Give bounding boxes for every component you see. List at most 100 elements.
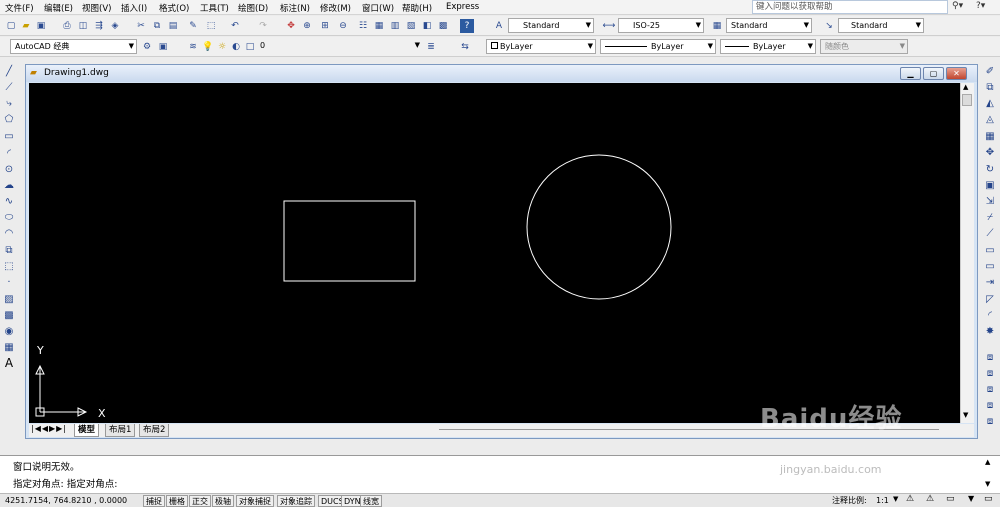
- hatch-icon[interactable]: ▨: [2, 292, 16, 306]
- layer-manager-icon[interactable]: ≋: [186, 40, 200, 54]
- osnap-toggle[interactable]: 对象捕捉: [236, 495, 274, 507]
- tab-model[interactable]: 模型: [74, 424, 100, 437]
- multileader-style-dropdown[interactable]: Standard ▼: [838, 18, 924, 33]
- stretch-icon[interactable]: ⇲: [983, 194, 997, 208]
- help-button-icon[interactable]: ?: [460, 19, 474, 33]
- annotation-visibility-icon[interactable]: ⚠: [906, 494, 914, 504]
- polygon-icon[interactable]: ⬠: [2, 112, 16, 126]
- block-editor-icon[interactable]: ⬚: [204, 19, 218, 33]
- menu-format[interactable]: 格式(O): [159, 2, 189, 14]
- workspace-settings-icon[interactable]: ⚙: [140, 40, 154, 54]
- pan-icon[interactable]: ✥: [284, 19, 298, 33]
- menu-modify[interactable]: 修改(M): [320, 2, 351, 14]
- gradient-icon[interactable]: ▩: [2, 308, 16, 322]
- construction-line-icon[interactable]: ⟋: [2, 80, 16, 94]
- chamfer-icon[interactable]: ◸: [983, 292, 997, 306]
- spline-icon[interactable]: ∿: [2, 194, 16, 208]
- polyline-icon[interactable]: ⤷: [2, 96, 16, 110]
- ellipse-arc-icon[interactable]: ◠: [2, 226, 16, 240]
- layer-color-icon[interactable]: □: [243, 40, 257, 54]
- zoom-previous-icon[interactable]: ⊖: [336, 19, 350, 33]
- print-icon[interactable]: ⎙: [60, 19, 74, 33]
- trim-icon[interactable]: ⌿: [983, 210, 997, 224]
- zoom-realtime-icon[interactable]: ⊕: [300, 19, 314, 33]
- maximize-icon[interactable]: ▢: [923, 67, 944, 80]
- multiline-text-icon[interactable]: A: [2, 356, 16, 370]
- tool-palettes-icon[interactable]: ▥: [388, 19, 402, 33]
- region-icon[interactable]: ◉: [2, 324, 16, 338]
- tab-layout1[interactable]: 布局1: [105, 424, 136, 437]
- menu-dimension[interactable]: 标注(N): [280, 2, 310, 14]
- design-center-icon[interactable]: ▦: [372, 19, 386, 33]
- status-menu-icon[interactable]: ▼: [968, 494, 974, 503]
- table-style-dropdown[interactable]: Standard ▼: [726, 18, 812, 33]
- scroll-down-icon[interactable]: ▼: [985, 480, 990, 488]
- annotation-scale-value[interactable]: 1:1: [876, 495, 889, 506]
- minimize-icon[interactable]: ▁: [900, 67, 921, 80]
- break-at-point-icon[interactable]: ▭: [983, 243, 997, 257]
- layer-dropdown[interactable]: 0 ▼: [256, 39, 422, 54]
- match-properties-icon[interactable]: ✎: [186, 19, 200, 33]
- menu-draw[interactable]: 绘图(D): [238, 2, 268, 14]
- extend-icon[interactable]: ⟋: [983, 226, 997, 240]
- close-icon[interactable]: ✕: [946, 67, 967, 80]
- save-icon[interactable]: ▣: [34, 19, 48, 33]
- coordinate-readout[interactable]: 4251.7154, 764.8210 , 0.0000: [5, 495, 127, 506]
- revision-cloud-icon[interactable]: ☁: [2, 178, 16, 192]
- snap-toggle[interactable]: 捕捉: [143, 495, 165, 507]
- paste-icon[interactable]: ▤: [166, 19, 180, 33]
- scroll-up-icon[interactable]: ▲: [985, 458, 990, 466]
- mirror-icon[interactable]: ◭: [983, 96, 997, 110]
- plotstyle-dropdown[interactable]: 随颜色 ▼: [820, 39, 908, 54]
- clean-screen-icon[interactable]: ▭: [984, 494, 993, 504]
- 3d-dwf-icon[interactable]: ◈: [108, 19, 122, 33]
- bring-above-icon[interactable]: ⧈: [983, 398, 997, 412]
- polar-toggle[interactable]: 极轴: [212, 495, 234, 507]
- sheet-set-icon[interactable]: ▧: [404, 19, 418, 33]
- tab-layout2[interactable]: 布局2: [139, 424, 170, 437]
- menu-express[interactable]: Express: [446, 2, 479, 12]
- menu-edit[interactable]: 编辑(E): [44, 2, 73, 14]
- ellipse-icon[interactable]: ⬭: [2, 210, 16, 224]
- new-icon[interactable]: ▢: [4, 19, 18, 33]
- properties-icon[interactable]: ☷: [356, 19, 370, 33]
- insert-block-icon[interactable]: ⧉: [2, 243, 16, 257]
- draw-order-icon[interactable]: ⧈: [983, 350, 997, 364]
- vertical-scrollbar[interactable]: ▲ ▼: [960, 83, 974, 423]
- layer-freeze-icon[interactable]: ☼: [215, 40, 229, 54]
- lineweight-dropdown[interactable]: ByLayer ▼: [720, 39, 816, 54]
- redo-icon[interactable]: ↷: [256, 19, 270, 33]
- command-prompt-line[interactable]: 指定对角点: 指定对角点:: [13, 476, 117, 490]
- cut-icon[interactable]: ✂: [134, 19, 148, 33]
- model-space-canvas[interactable]: Y X: [29, 83, 960, 423]
- rotate-icon[interactable]: ↻: [983, 162, 997, 176]
- lineweight-toggle[interactable]: 线宽: [360, 495, 382, 507]
- auto-scale-icon[interactable]: ⚠: [926, 494, 934, 504]
- chevron-down-icon[interactable]: ▼: [893, 495, 898, 503]
- menu-tools[interactable]: 工具(T): [200, 2, 229, 14]
- copy-object-icon[interactable]: ⧉: [983, 80, 997, 94]
- break-icon[interactable]: ▭: [983, 259, 997, 273]
- undo-icon[interactable]: ↶: [228, 19, 242, 33]
- preview-icon[interactable]: ◫: [76, 19, 90, 33]
- layer-lock-icon[interactable]: ◐: [229, 40, 243, 54]
- menu-insert[interactable]: 插入(I): [121, 2, 147, 14]
- fillet-icon[interactable]: ◜: [983, 308, 997, 322]
- color-dropdown[interactable]: ByLayer ▼: [486, 39, 596, 54]
- send-to-back-icon[interactable]: ⧈: [983, 382, 997, 396]
- dim-style-dropdown[interactable]: ISO-25 ▼: [618, 18, 704, 33]
- table-icon[interactable]: ▦: [2, 340, 16, 354]
- arc-icon[interactable]: ◜: [2, 146, 16, 160]
- lock-icon[interactable]: ▭: [946, 494, 955, 504]
- markup-icon[interactable]: ◧: [420, 19, 434, 33]
- make-layer-current-icon[interactable]: ≣: [424, 40, 438, 54]
- scroll-down-icon[interactable]: ▼: [963, 411, 968, 419]
- menu-help[interactable]: 帮助(H): [402, 2, 432, 14]
- tab-nav-arrows[interactable]: |◀◀▶▶|: [31, 424, 67, 433]
- publish-icon[interactable]: ⇶: [92, 19, 106, 33]
- join-icon[interactable]: ⇥: [983, 275, 997, 289]
- layer-previous-icon[interactable]: ⇆: [458, 40, 472, 54]
- move-icon[interactable]: ✥: [983, 145, 997, 159]
- open-icon[interactable]: ▰: [19, 19, 33, 33]
- circle-icon[interactable]: ⊙: [2, 162, 16, 176]
